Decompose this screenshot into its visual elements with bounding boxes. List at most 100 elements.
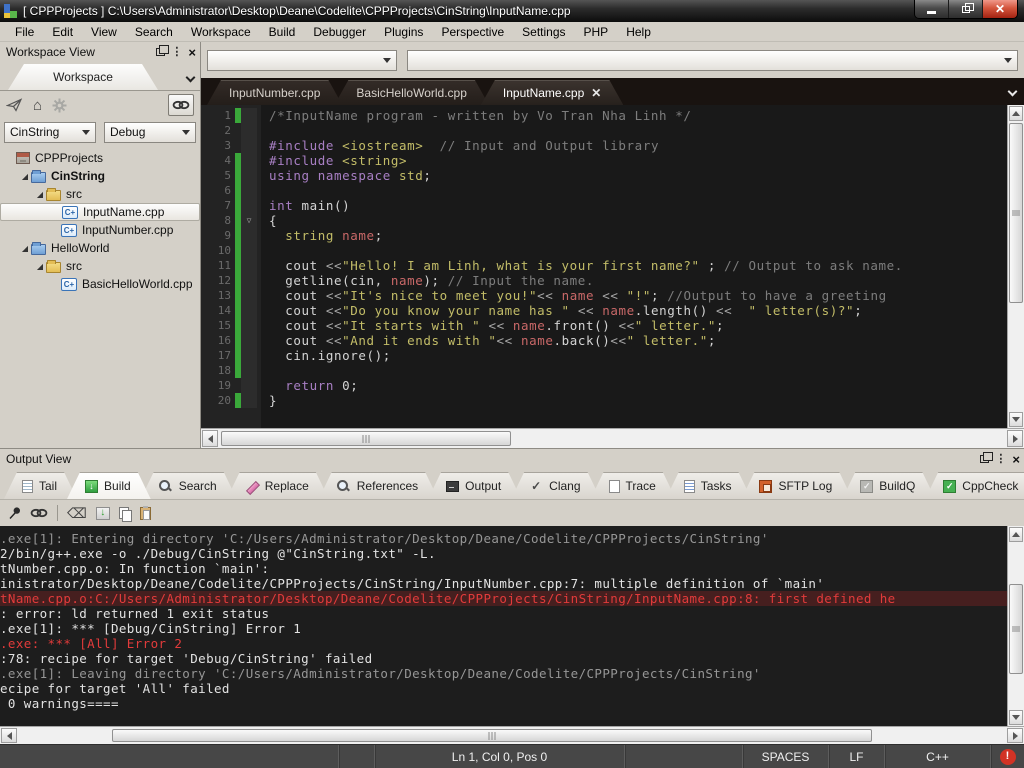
close-button[interactable]: ✕ xyxy=(983,0,1017,18)
menu-view[interactable]: View xyxy=(82,23,126,41)
tree-item-basichelloworld-cpp[interactable]: C+BasicHelloWorld.cpp xyxy=(0,275,200,293)
scroll-left-arrow[interactable] xyxy=(202,430,218,447)
vscroll-thumb[interactable] xyxy=(1009,123,1023,303)
scroll-down-arrow[interactable] xyxy=(1009,710,1023,725)
tree-item-src[interactable]: ◢src xyxy=(0,257,200,275)
output-tab-build[interactable]: ↓Build xyxy=(67,472,151,499)
output-hscrollbar[interactable] xyxy=(0,726,1024,744)
copy-icon[interactable] xyxy=(119,507,131,520)
menu-php[interactable]: PHP xyxy=(575,23,618,41)
link-editor-button[interactable] xyxy=(168,94,194,116)
menu-edit[interactable]: Edit xyxy=(43,23,82,41)
build-error-icon[interactable]: ! xyxy=(1000,749,1016,765)
code-token: #include xyxy=(269,138,342,153)
tree-item-cinstring[interactable]: ◢CinString xyxy=(0,167,200,185)
menu-build[interactable]: Build xyxy=(260,23,305,41)
output-tab-sftp-log[interactable]: SFTP Log xyxy=(741,472,852,499)
language-mode[interactable]: C++ xyxy=(884,745,990,768)
pane-menu-icon[interactable]: ⋮ xyxy=(995,454,1006,465)
chevron-down-icon[interactable] xyxy=(187,70,194,84)
editor-code-pane[interactable]: /*InputName program - written by Vo Tran… xyxy=(261,105,1007,428)
output-vscrollbar[interactable] xyxy=(1007,526,1024,726)
eol-mode[interactable]: LF xyxy=(828,745,884,768)
menu-help[interactable]: Help xyxy=(617,23,660,41)
output-tab-cppcheck[interactable]: ✓CppCheck xyxy=(925,472,1024,499)
minimize-button[interactable] xyxy=(915,0,949,18)
tree-item-label: BasicHelloWorld.cpp xyxy=(82,277,193,291)
function-select[interactable] xyxy=(407,50,1018,71)
gutter-line: 16 xyxy=(201,333,261,348)
paste-icon[interactable] xyxy=(140,507,151,520)
editor-column: InputNumber.cppBasicHelloWorld.cppInputN… xyxy=(201,42,1024,448)
output-tab-clang[interactable]: ✓Clang xyxy=(511,472,600,499)
code-token: << xyxy=(610,333,626,348)
menu-search[interactable]: Search xyxy=(126,23,182,41)
scroll-right-arrow[interactable] xyxy=(1007,728,1023,743)
tree-item-inputnumber-cpp[interactable]: C+InputNumber.cpp xyxy=(0,221,200,239)
output-tab-buildq[interactable]: ✓BuildQ xyxy=(842,472,935,499)
home-icon[interactable]: ⌂ xyxy=(33,98,42,113)
output-tab-references[interactable]: References xyxy=(319,472,438,499)
vscroll-thumb[interactable] xyxy=(1009,584,1023,674)
tree-expand-icon[interactable]: ◢ xyxy=(34,190,46,199)
menu-plugins[interactable]: Plugins xyxy=(375,23,432,41)
project-select[interactable]: CinString xyxy=(4,122,96,143)
editor-vscrollbar[interactable] xyxy=(1007,105,1024,428)
menu-perspective[interactable]: Perspective xyxy=(432,23,513,41)
menu-debugger[interactable]: Debugger xyxy=(304,23,375,41)
code-token: name xyxy=(391,273,424,288)
titlebar[interactable]: [ CPPProjects ] C:\Users\Administrator\D… xyxy=(0,0,1024,22)
fold-marker-icon[interactable]: ▽ xyxy=(241,213,257,228)
tab-workspace[interactable]: Workspace xyxy=(8,64,158,90)
output-tab-tail[interactable]: Tail xyxy=(4,472,77,499)
output-tab-tasks[interactable]: Tasks xyxy=(666,472,752,499)
output-tab-search[interactable]: Search xyxy=(141,472,237,499)
editor-hscrollbar[interactable] xyxy=(201,428,1024,448)
workspace-tab-row: Workspace xyxy=(0,62,200,91)
tree-item-src[interactable]: ◢src xyxy=(0,185,200,203)
output-tab-replace[interactable]: Replace xyxy=(227,472,329,499)
whitespace-mode[interactable]: SPACES xyxy=(742,745,828,768)
scroll-right-arrow[interactable] xyxy=(1007,430,1023,447)
editor-tab-inputnumber-cpp[interactable]: InputNumber.cpp xyxy=(207,80,342,105)
editor-tab-basichelloworld-cpp[interactable]: BasicHelloWorld.cpp xyxy=(334,80,489,105)
float-pane-icon[interactable] xyxy=(156,48,165,56)
scroll-up-arrow[interactable] xyxy=(1009,106,1023,121)
editor-tab-inputname-cpp[interactable]: InputName.cpp✕ xyxy=(481,80,623,105)
gear-icon[interactable] xyxy=(52,98,67,113)
tree-item-inputname-cpp[interactable]: C+InputName.cpp xyxy=(0,203,200,221)
build-console[interactable]: .exe[1]: Entering directory 'C:/Users/Ad… xyxy=(0,526,1007,726)
menu-workspace[interactable]: Workspace xyxy=(182,23,260,41)
code-editor[interactable]: 12345678▽91011121314151617181920 /*Input… xyxy=(201,105,1024,428)
restore-button[interactable] xyxy=(949,0,983,18)
save-output-icon[interactable]: ↓ xyxy=(96,507,110,520)
hscroll-thumb[interactable] xyxy=(112,729,872,742)
close-pane-icon[interactable]: × xyxy=(1012,453,1020,466)
tree-expand-icon[interactable]: ◢ xyxy=(19,172,31,181)
close-tab-icon[interactable]: ✕ xyxy=(591,87,601,99)
config-select[interactable]: Debug xyxy=(104,122,196,143)
pane-menu-icon[interactable]: ⋮ xyxy=(171,47,182,58)
output-tab-trace[interactable]: Trace xyxy=(591,472,676,499)
float-pane-icon[interactable] xyxy=(980,455,989,463)
tree-expand-icon[interactable]: ◢ xyxy=(34,262,46,271)
menu-file[interactable]: File xyxy=(6,23,43,41)
close-pane-icon[interactable]: × xyxy=(188,46,196,59)
tree-item-helloworld[interactable]: ◢HelloWorld xyxy=(0,239,200,257)
output-tab-output[interactable]: Output xyxy=(428,472,521,499)
tree-expand-icon[interactable]: ◢ xyxy=(19,244,31,253)
hscroll-thumb[interactable] xyxy=(221,431,511,446)
paper-plane-icon[interactable] xyxy=(6,98,23,112)
scroll-down-arrow[interactable] xyxy=(1009,412,1023,427)
menu-settings[interactable]: Settings xyxy=(513,23,574,41)
scope-select[interactable] xyxy=(207,50,397,71)
pin-icon[interactable] xyxy=(8,506,21,520)
code-line: cout <<"And it ends with "<< name.back()… xyxy=(261,333,1007,348)
build-icon: ↓ xyxy=(85,480,98,493)
tree-item-cppprojects[interactable]: CPPProjects xyxy=(0,149,200,167)
scroll-up-arrow[interactable] xyxy=(1009,527,1023,542)
tab-overflow-chevron-icon[interactable] xyxy=(1009,84,1016,98)
scroll-left-arrow[interactable] xyxy=(1,728,17,743)
link-icon[interactable] xyxy=(30,507,48,519)
clear-output-icon[interactable]: ⌫ xyxy=(67,506,87,520)
